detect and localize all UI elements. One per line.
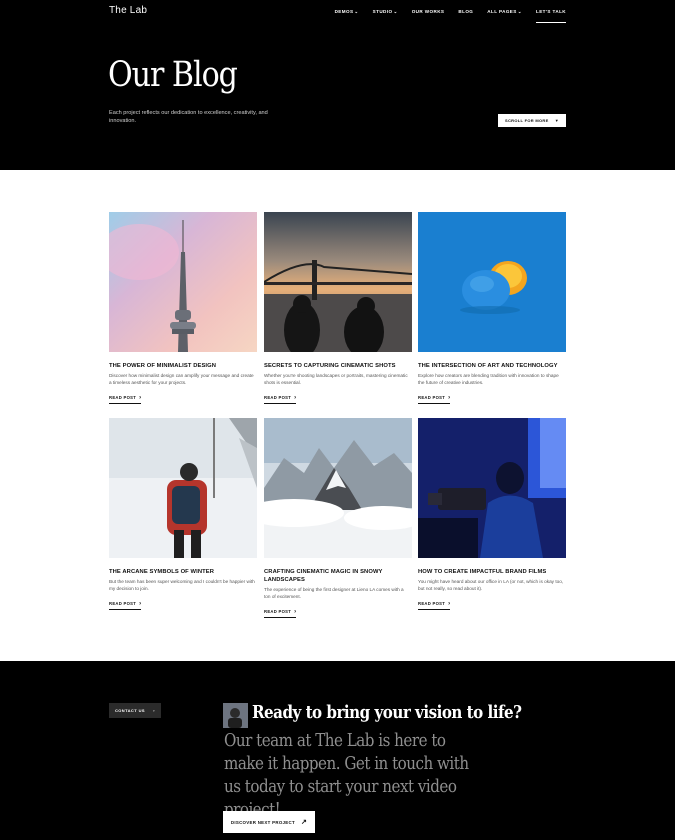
arrow-right-icon: ›: [448, 395, 451, 401]
main-nav: DEMOS⌄ STUDIO⌄ OUR WORKS BLOG ALL PAGES⌄…: [321, 9, 567, 23]
post-title[interactable]: THE ARCANE SYMBOLS OF WINTER: [109, 568, 257, 576]
post-title[interactable]: CRAFTING CINEMATIC MAGIC IN SNOWY LANDSC…: [264, 568, 412, 584]
scroll-for-more-button[interactable]: SCROLL FOR MORE ▼: [498, 114, 566, 127]
post-image-camera-operator[interactable]: [418, 418, 566, 558]
blog-card[interactable]: SECRETS TO CAPTURING CINEMATIC SHOTS Whe…: [264, 212, 412, 404]
discover-label: DISCOVER NEXT PROJECT: [230, 819, 295, 825]
arrow-right-icon: ›: [294, 609, 297, 615]
post-description: But the team has been super welcoming an…: [109, 579, 255, 591]
blog-card[interactable]: HOW TO CREATE IMPACTFUL BRAND FILMS You …: [418, 418, 566, 610]
arrow-down-icon: ▼: [554, 118, 559, 123]
nav-blog[interactable]: BLOG: [458, 9, 473, 15]
blog-card[interactable]: THE POWER OF MINIMALIST DESIGN Discover …: [109, 212, 257, 404]
blog-card[interactable]: CRAFTING CINEMATIC MAGIC IN SNOWY LANDSC…: [264, 418, 412, 618]
post-description: You might have heard about our office in…: [418, 579, 564, 591]
chevron-down-icon: ⌄: [354, 9, 359, 14]
arrow-right-icon: ›: [448, 601, 451, 607]
nav-our-works[interactable]: OUR WORKS: [412, 9, 445, 15]
read-post-link[interactable]: READ POST ›: [264, 609, 297, 618]
blog-card[interactable]: THE INTERSECTION OF ART AND TECHNOLOGY E…: [418, 212, 566, 404]
nav-all-pages[interactable]: ALL PAGES⌄: [487, 9, 522, 15]
post-description: Whether you're shooting landscapes or po…: [264, 373, 408, 385]
post-image-orange[interactable]: [418, 212, 566, 352]
nav-lets-talk[interactable]: LET'S TALK: [535, 9, 567, 23]
nav-demos[interactable]: DEMOS⌄: [335, 9, 359, 15]
post-image-bridge[interactable]: [264, 212, 412, 352]
read-post-label: READ POST: [264, 395, 292, 400]
nav-studio[interactable]: STUDIO⌄: [373, 9, 398, 15]
read-post-link[interactable]: READ POST ›: [418, 395, 451, 404]
post-description: Explore how creators are blending tradit…: [418, 373, 559, 385]
arrow-right-icon: ›: [139, 395, 142, 401]
arrow-right-icon: ›: [294, 395, 297, 401]
read-post-label: READ POST: [109, 395, 137, 400]
chevron-down-icon: ⌄: [517, 9, 522, 14]
read-post-link[interactable]: READ POST ›: [109, 395, 142, 404]
cta-headline: Ready to bring your vision to life?: [252, 702, 522, 723]
post-image-mountains[interactable]: [264, 418, 412, 558]
chevron-down-icon: ⌄: [393, 9, 398, 14]
page-title: Our Blog: [108, 55, 238, 95]
read-post-link[interactable]: READ POST ›: [418, 601, 451, 610]
post-title[interactable]: HOW TO CREATE IMPACTFUL BRAND FILMS: [418, 568, 566, 576]
arrow-right-icon: ›: [153, 708, 155, 713]
contact-us-label: CONTACT US: [115, 708, 145, 713]
read-post-label: READ POST: [264, 609, 292, 614]
post-title[interactable]: SECRETS TO CAPTURING CINEMATIC SHOTS: [264, 362, 412, 370]
read-post-label: READ POST: [418, 601, 446, 606]
hero-section: The Lab DEMOS⌄ STUDIO⌄ OUR WORKS BLOG AL…: [0, 0, 675, 170]
cta-section: CONTACT US › Ready to bring your vision …: [0, 661, 675, 840]
post-image-tv-tower[interactable]: [109, 212, 257, 352]
discover-next-project-button[interactable]: DISCOVER NEXT PROJECT ↗: [223, 811, 315, 833]
post-description: Discover how minimalist design can ampli…: [109, 373, 254, 385]
page-subtitle: Each project reflects our dedication to …: [109, 110, 268, 124]
avatar: [223, 703, 248, 728]
site-logo[interactable]: The Lab: [109, 5, 147, 16]
post-title[interactable]: THE INTERSECTION OF ART AND TECHNOLOGY: [418, 362, 566, 370]
arrow-right-icon: ›: [139, 601, 142, 607]
blog-card[interactable]: THE ARCANE SYMBOLS OF WINTER But the tea…: [109, 418, 257, 610]
cta-body: Our team at The Lab is here to make it h…: [224, 730, 469, 820]
read-post-label: READ POST: [109, 601, 137, 606]
read-post-link[interactable]: READ POST ›: [264, 395, 297, 404]
post-title[interactable]: THE POWER OF MINIMALIST DESIGN: [109, 362, 257, 370]
post-image-snow-hiker[interactable]: [109, 418, 257, 558]
read-post-link[interactable]: READ POST ›: [109, 601, 142, 610]
arrow-up-right-icon: ↗: [300, 819, 308, 826]
scroll-label: SCROLL FOR MORE: [505, 118, 549, 123]
post-description: The experience of being the first design…: [264, 587, 404, 599]
contact-us-button[interactable]: CONTACT US ›: [109, 703, 161, 718]
read-post-label: READ POST: [418, 395, 446, 400]
